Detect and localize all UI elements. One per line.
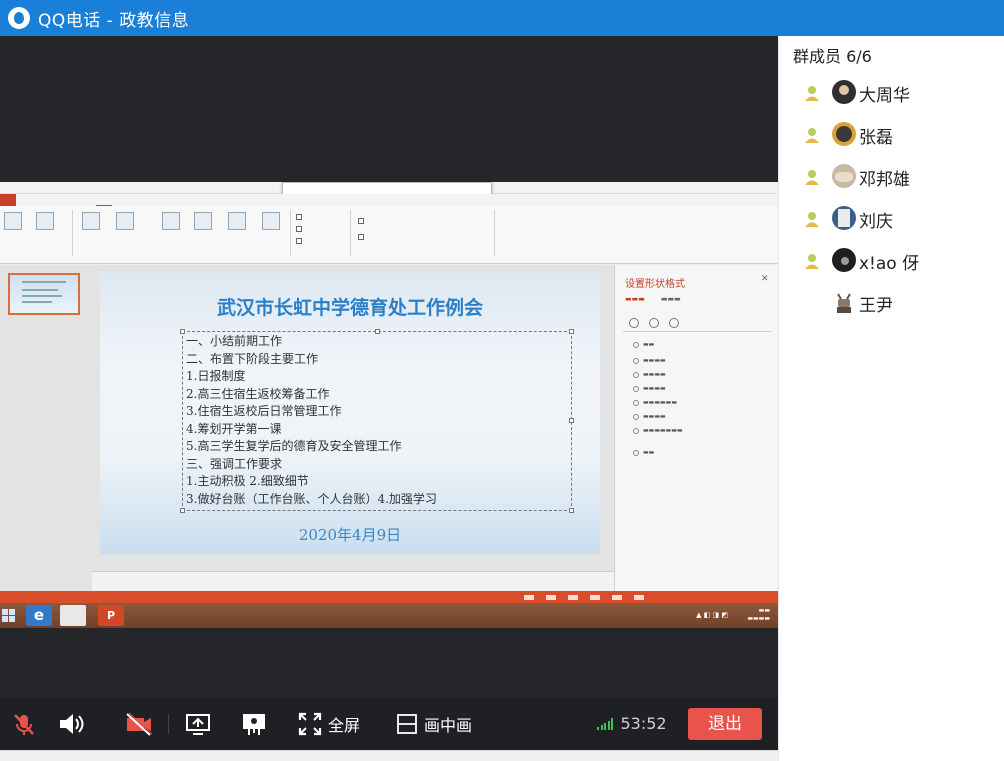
speaker-button[interactable] xyxy=(56,708,86,740)
windows-start-icon xyxy=(2,605,16,626)
qq-logo-icon xyxy=(8,7,30,29)
slide-line: 二、布置下阶段主要工作 xyxy=(186,351,319,366)
pip-label: 画中画 xyxy=(424,716,473,735)
slide-thumbnail[interactable] xyxy=(8,273,80,315)
system-tray: ▲ ◧ ◨ ◩ xyxy=(696,611,728,619)
member-name: 大周华 xyxy=(859,86,910,106)
qq-taskbar-icon xyxy=(60,605,86,626)
avatar xyxy=(832,290,856,314)
slide-line: 4.筹划开学第一课 xyxy=(186,421,282,436)
video-area[interactable]: 武汉市长虹中学德育处工作例会 一、小结前期工作 二、布置下阶段主要工作 1.日报… xyxy=(0,36,778,698)
fullscreen-label: 全屏 xyxy=(328,716,361,735)
pip-button[interactable]: 画中画 xyxy=(396,708,472,740)
member-item[interactable]: 张磊 xyxy=(779,116,1004,152)
member-name: 王尹 xyxy=(859,296,893,316)
ppt-status-bar xyxy=(0,591,778,603)
member-status-icon xyxy=(805,212,819,227)
call-timer: 53:52 xyxy=(597,714,667,733)
member-status-icon xyxy=(805,128,819,143)
member-item[interactable]: 大周华 xyxy=(779,74,1004,110)
mic-muted-button[interactable] xyxy=(10,708,38,740)
windows-taskbar: e P ▲ ◧ ◨ ◩ ▬▬ ▬▬▬▬ xyxy=(0,603,778,628)
avatar xyxy=(832,206,856,230)
window-title: QQ电话 - 政教信息 xyxy=(38,10,190,31)
taskbar-clock: ▬▬ ▬▬▬▬ xyxy=(747,607,770,622)
member-item[interactable]: 王尹 xyxy=(779,284,1004,320)
call-duration: 53:52 xyxy=(620,714,667,733)
ppt-ribbon xyxy=(0,206,778,264)
slide-line: 1.主动积极 2.细致细节 xyxy=(186,474,309,488)
camera-off-button[interactable] xyxy=(124,708,154,740)
slide-line: 一、小结前期工作 xyxy=(186,334,283,348)
member-status-icon xyxy=(805,254,819,269)
member-name: x!ao 伢 xyxy=(859,254,920,274)
members-header: 群成员 6/6 xyxy=(793,47,872,66)
format-pane-tabs: ▬▬▬ ▬▬▬ xyxy=(625,295,681,303)
camera-off-icon xyxy=(126,712,153,736)
qq-call-window: QQ电话 - 政教信息 武汉市长虹中学德育处工作例会 一、小结前期工作 二、布置… xyxy=(0,0,1004,761)
member-item[interactable]: 邓邦雄 xyxy=(779,158,1004,194)
ie-icon: e xyxy=(26,605,52,626)
slide-body: 一、小结前期工作 二、布置下阶段主要工作 1.日报制度 2.高三住宿生返校筹备工… xyxy=(186,333,437,508)
slide-line: 5.高三学生复学后的德育及安全管理工作 xyxy=(186,439,402,453)
slide-date: 2020年4月9日 xyxy=(298,526,402,544)
format-shape-pane: 设置形状格式 ✕ ▬▬▬ ▬▬▬ ▬▬ ▬▬▬▬ ▬▬▬▬ ▬▬▬▬ ▬▬▬▬▬▬… xyxy=(614,265,778,591)
avatar xyxy=(832,248,856,272)
title-bar: QQ电话 - 政教信息 xyxy=(0,0,1004,36)
slide-line: 1.日报制度 xyxy=(186,369,246,383)
speaker-icon xyxy=(60,714,84,734)
avatar xyxy=(832,122,856,146)
format-pane-icons xyxy=(629,313,689,332)
member-name: 刘庆 xyxy=(859,212,893,232)
effects-icon[interactable] xyxy=(649,318,659,328)
slide-notes-bar xyxy=(92,571,614,591)
powerpoint-icon: P xyxy=(98,605,124,626)
shared-screen: 武汉市长虹中学德育处工作例会 一、小结前期工作 二、布置下阶段主要工作 1.日报… xyxy=(0,182,778,628)
ppt-ribbon-tabs xyxy=(0,194,778,206)
avatar xyxy=(832,164,856,188)
slide-line: 3.住宿生返校后日常管理工作 xyxy=(186,404,342,418)
exit-button[interactable]: 退出 xyxy=(688,708,762,740)
members-panel: 群成员 6/6 大周华 张磊 邓邦雄 刘庆 x!ao 伢 王尹 xyxy=(778,36,1004,761)
slide-thumbnails xyxy=(0,265,92,591)
presentation-button[interactable] xyxy=(240,708,268,740)
member-status-icon xyxy=(805,86,819,101)
share-screen-button[interactable] xyxy=(184,708,212,740)
member-name: 邓邦雄 xyxy=(859,170,910,190)
close-icon[interactable]: ✕ xyxy=(761,274,769,284)
avatar xyxy=(832,80,856,104)
member-status-icon xyxy=(805,170,819,185)
fill-icon[interactable] xyxy=(629,318,639,328)
slide-line: 2.高三住宿生返校筹备工作 xyxy=(186,386,330,401)
slide-editor: 武汉市长虹中学德育处工作例会 一、小结前期工作 二、布置下阶段主要工作 1.日报… xyxy=(92,265,614,591)
share-screen-icon xyxy=(186,714,210,735)
format-pane-title: 设置形状格式 xyxy=(625,279,685,290)
slide: 武汉市长虹中学德育处工作例会 一、小结前期工作 二、布置下阶段主要工作 1.日报… xyxy=(100,271,600,554)
fullscreen-icon xyxy=(298,712,322,736)
member-item[interactable]: 刘庆 xyxy=(779,200,1004,236)
slide-title: 武汉市长虹中学德育处工作例会 xyxy=(216,297,483,319)
size-icon[interactable] xyxy=(669,318,679,328)
presentation-icon xyxy=(243,714,265,735)
signal-strength-icon xyxy=(597,717,615,730)
pip-icon xyxy=(397,714,417,734)
member-name: 张磊 xyxy=(859,128,893,148)
window-bottom-strip xyxy=(0,750,778,761)
mic-muted-icon xyxy=(14,714,34,735)
slide-line: 三、强调工作要求 xyxy=(186,456,283,471)
member-item[interactable]: x!ao 伢 xyxy=(779,242,1004,278)
fullscreen-button[interactable]: 全屏 xyxy=(298,708,360,740)
slide-line: 3.做好台账（工作台账、个人台账）4.加强学习 xyxy=(186,491,437,506)
